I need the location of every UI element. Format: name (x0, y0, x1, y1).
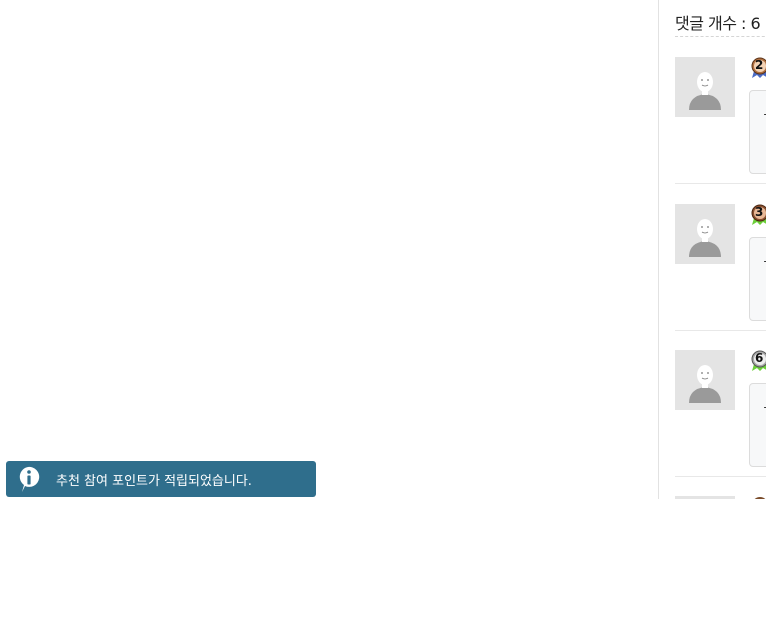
avatar[interactable] (675, 57, 735, 117)
comment-bubble: - (749, 90, 766, 174)
comment-item: 2 - (675, 57, 766, 197)
avatar[interactable] (675, 496, 735, 499)
comment-bubble: - (749, 237, 766, 321)
comment-text: - (762, 400, 766, 414)
comment-item (675, 496, 766, 499)
comment-count: 댓글 개수 : 6 (675, 14, 761, 33)
comment-item: 3 - (675, 204, 766, 344)
default-avatar-icon (675, 57, 735, 117)
comment-panel: 댓글 개수 : 6 2 3 6 (658, 0, 766, 499)
level-number: 6 (755, 351, 764, 365)
default-avatar-icon (675, 204, 735, 264)
info-icon (17, 466, 43, 493)
comment-bubble: - (749, 383, 766, 467)
level-badge-icon: 6 (751, 350, 766, 372)
comment-text: - (762, 107, 766, 121)
divider (675, 476, 766, 477)
divider (675, 330, 766, 331)
divider (675, 36, 766, 37)
level-number: 2 (755, 58, 764, 72)
level-badge-icon: 2 (751, 57, 766, 79)
comment-item: 6 - (675, 350, 766, 490)
toast-notification[interactable]: 추천 참여 포인트가 적립되었습니다. (6, 461, 316, 497)
avatar[interactable] (675, 204, 735, 264)
toast-message: 추천 참여 포인트가 적립되었습니다. (56, 474, 252, 489)
comment-text: - (762, 254, 766, 268)
avatar[interactable] (675, 350, 735, 410)
divider (675, 183, 766, 184)
level-number: 3 (755, 205, 764, 219)
level-badge-icon: 3 (751, 204, 766, 226)
page: 댓글 개수 : 6 2 3 6 추천 참여 포인트가 적립되었습니다. (0, 0, 766, 637)
level-badge-icon (751, 496, 766, 499)
default-avatar-icon (675, 350, 735, 410)
